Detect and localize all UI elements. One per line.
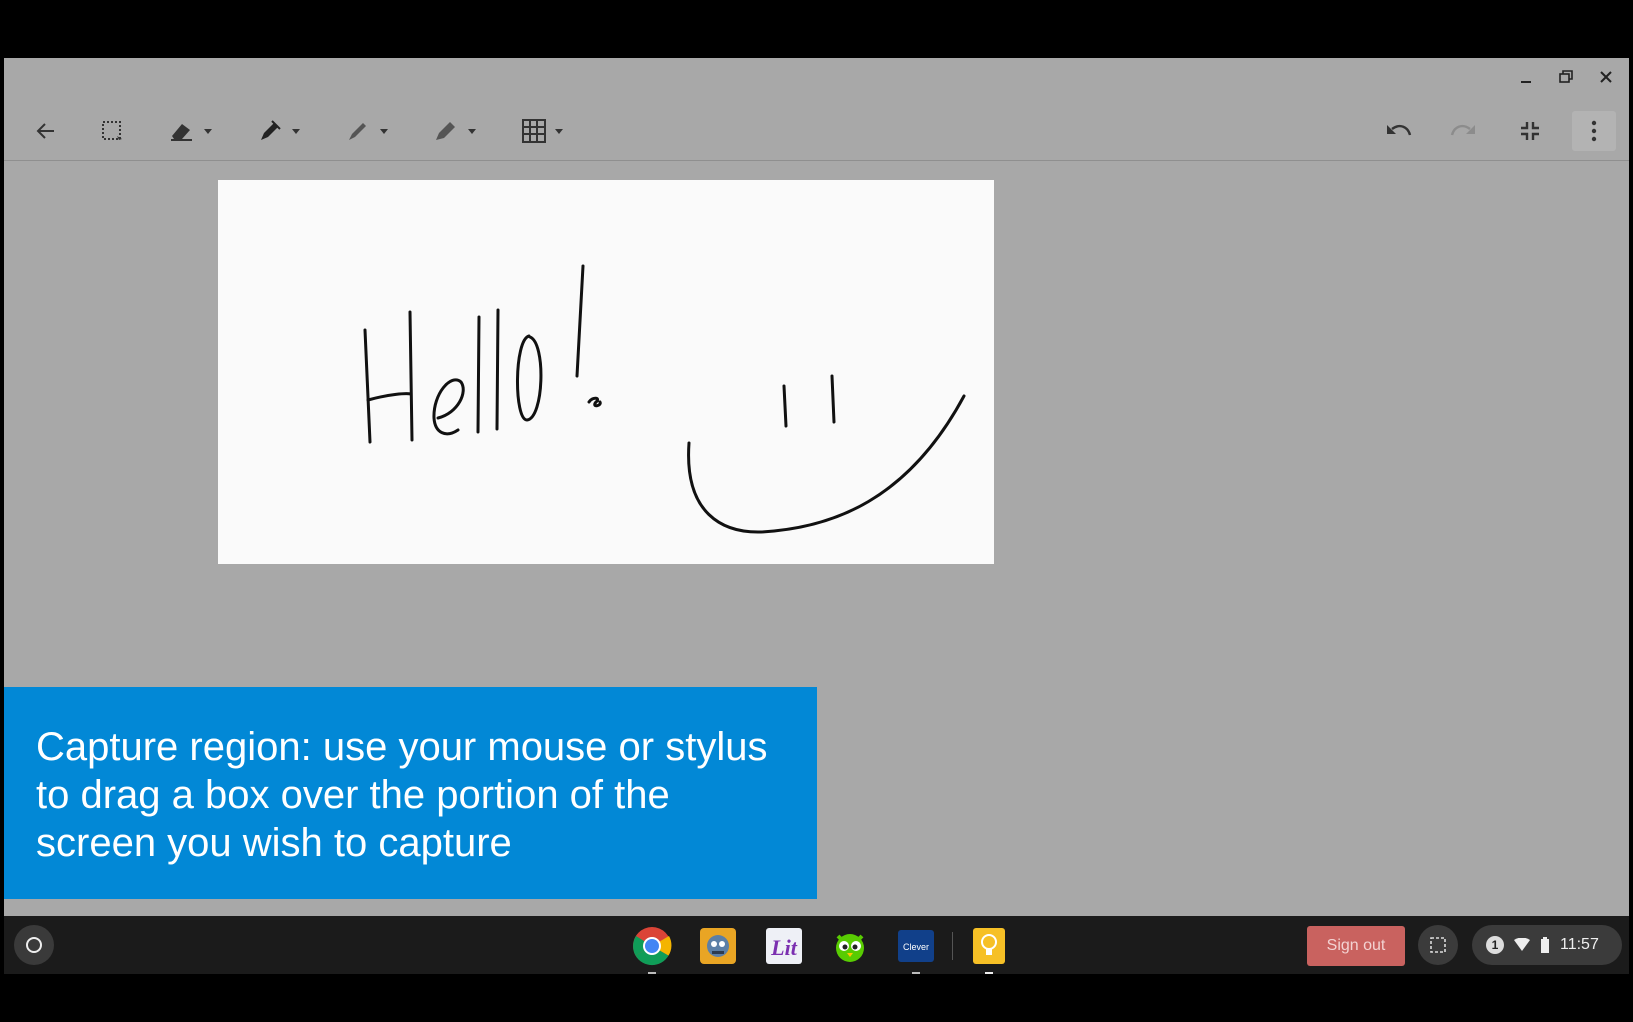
lasso-select-icon (102, 121, 122, 140)
marker-icon (349, 123, 366, 140)
lightbulb-icon[interactable] (969, 926, 1009, 974)
highlighter-icon (436, 122, 455, 140)
eraser-tool-button[interactable] (160, 113, 220, 149)
screen: Capture region: use your mouse or stylus… (4, 58, 1629, 974)
grid-icon (522, 119, 546, 143)
shelf: Lit Clever Sign out 1 11:57 (4, 916, 1629, 974)
chevron-down-icon (204, 128, 212, 134)
marker-tool-button[interactable] (336, 113, 396, 149)
more-options-button[interactable] (1572, 111, 1616, 151)
redo-button[interactable] (1444, 113, 1484, 149)
lit-icon[interactable]: Lit (764, 926, 804, 966)
chevron-down-icon (380, 128, 388, 134)
launcher-icon (26, 937, 42, 953)
toolbar (4, 102, 1629, 161)
undo-button[interactable] (1378, 113, 1418, 149)
clever-icon[interactable]: Clever (896, 926, 936, 974)
collapse-icon (1521, 122, 1539, 140)
notification-badge: 1 (1486, 936, 1504, 954)
eraser-icon (171, 124, 192, 141)
svg-text:Lit: Lit (770, 935, 798, 960)
clock: 11:57 (1560, 936, 1599, 953)
battery-icon (1541, 937, 1549, 953)
chrome-icon[interactable] (632, 926, 672, 974)
status-tray[interactable]: 1 11:57 (1472, 925, 1622, 965)
restore-icon[interactable] (1557, 68, 1575, 86)
svg-text:Clever: Clever (903, 942, 929, 952)
back-button[interactable] (28, 113, 64, 149)
window-controls (1517, 68, 1615, 86)
pen-tool-button[interactable] (248, 113, 308, 149)
wifi-icon (1514, 938, 1530, 951)
capture-region-hint: Capture region: use your mouse or stylus… (4, 687, 817, 899)
owl-icon[interactable] (830, 926, 870, 966)
chevron-down-icon (468, 128, 476, 134)
highlighter-tool-button[interactable] (424, 113, 484, 149)
grid-tool-button[interactable] (512, 113, 572, 149)
handwriting-strokes (363, 264, 966, 534)
drawing-canvas[interactable] (218, 180, 994, 564)
sign-out-button[interactable]: Sign out (1307, 926, 1405, 966)
screen-capture-button[interactable] (1418, 925, 1458, 965)
canvas-app-window: Capture region: use your mouse or stylus… (4, 58, 1629, 916)
more-vertical-icon (1591, 120, 1597, 142)
exit-fullscreen-button[interactable] (1510, 113, 1550, 149)
pen-icon (261, 120, 281, 140)
arrow-left-icon (36, 123, 54, 139)
chevron-down-icon (292, 128, 300, 134)
close-icon[interactable] (1597, 68, 1615, 86)
launcher-button[interactable] (14, 925, 54, 965)
robot-icon[interactable] (698, 926, 738, 966)
undo-icon (1387, 124, 1412, 136)
redo-icon (1450, 124, 1475, 136)
chevron-down-icon (555, 128, 563, 134)
screen-capture-icon (1430, 937, 1446, 953)
pinned-apps: Lit Clever (632, 926, 1009, 974)
capture-hint-text: Capture region: use your mouse or stylus… (36, 725, 768, 865)
minimize-icon[interactable] (1517, 68, 1535, 86)
lasso-select-button[interactable] (94, 113, 130, 149)
